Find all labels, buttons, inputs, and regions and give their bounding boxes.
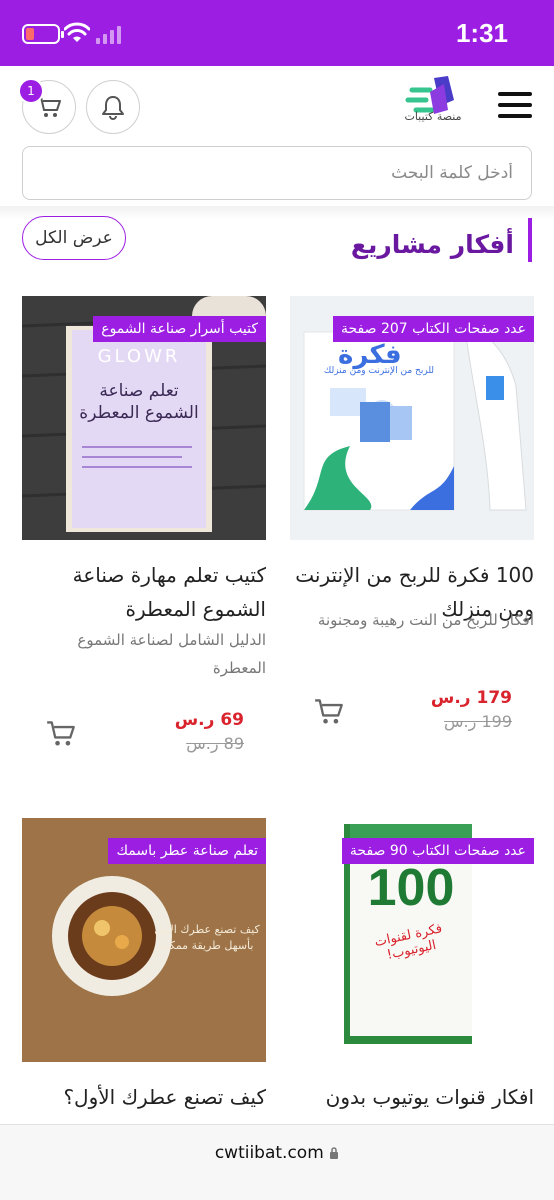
add-to-cart-button[interactable] [44,718,78,750]
app-header: 1 منصة كتيبات [0,66,554,146]
cover-brand: GLOWR [97,346,181,367]
wifi-icon [64,22,90,42]
cart-count-badge: 1 [18,78,44,104]
product-title[interactable]: كيف تصنع عطرك الأول؟ [22,1080,266,1114]
cellular-signal-icon [96,26,121,44]
url-text: cwtiibat.com [0,1143,554,1163]
product-old-price: 89 ر.س [186,734,244,753]
product-description: الدليل الشامل لصناعة الشموع المعطرة [77,631,266,677]
cover-title: كيف تصنع عطرك الأول بأسهل طريقة ممكنة [154,923,260,952]
search-box [22,146,532,200]
cart-icon [315,699,343,724]
hamburger-menu-icon [498,92,532,96]
section-title: أفكار مشاريع [351,218,532,262]
browser-url-bar[interactable]: cwtiibat.com [0,1124,554,1200]
product-image[interactable]: GLOWR تعلم صناعة الشموع المعطرة كتيب أسر… [22,296,266,540]
cart-icon [47,721,75,746]
product-tag: كتيب أسرار صناعة الشموع [93,316,266,342]
url-label: cwtiibat.com [214,1143,324,1163]
notifications-button[interactable] [86,80,140,134]
view-all-button[interactable]: عرض الكل [22,216,126,260]
product-description: افكار للربح من النت رهيبة ومجنونة [317,611,534,629]
cover-title: تعلم صناعة الشموع المعطرة [79,381,199,423]
hamburger-menu-button[interactable] [498,92,532,118]
battery-icon [22,24,64,44]
search-input[interactable] [23,147,531,199]
status-time: 1:31 [455,18,508,48]
bell-icon [102,96,124,120]
add-to-cart-button[interactable] [312,696,346,728]
lock-icon [330,1147,339,1159]
product-image[interactable]: فكرة للربح من الإنترنت ومن منزلك عدد صفح… [290,296,534,540]
product-old-price: 199 ر.س [444,712,512,731]
product-price: 179 ر.س [430,688,512,708]
cover-number: 100 [367,859,455,917]
product-tag: عدد صفحات الكتاب 207 صفحة [333,316,534,342]
product-title[interactable]: افكار قنوات يوتيوب بدون [290,1080,534,1114]
product-tag: عدد صفحات الكتاب 90 صفحة [341,838,534,864]
product-image[interactable]: 100 فكرة لقنوات اليوتيوب! عدد صفحات الكت… [290,818,534,1062]
logo-text: منصة كتيبات [404,110,462,123]
cover-subtitle: للربح من الإنترنت ومن منزلك [323,366,435,376]
product-image[interactable]: كيف تصنع عطرك الأول بأسهل طريقة ممكنة تع… [22,818,266,1062]
product-title[interactable]: كتيب تعلم مهارة صناعة الشموع المعطرة [22,558,266,626]
product-tag: تعلم صناعة عطر باسمك [108,838,266,864]
product-price: 69 ر.س [174,710,244,730]
status-bar: 1:31 [0,0,554,66]
